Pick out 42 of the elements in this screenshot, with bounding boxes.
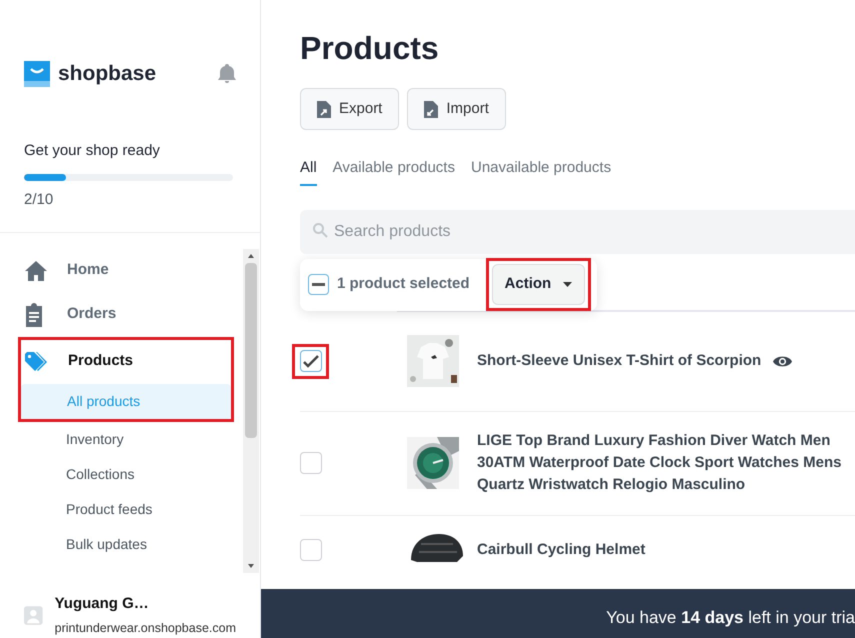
nav-subitem[interactable]: Bulk updates bbox=[20, 526, 235, 562]
page-title: Products bbox=[300, 29, 440, 68]
bulk-checkbox[interactable] bbox=[308, 274, 329, 295]
clipboard-icon bbox=[24, 302, 44, 326]
nav-subitem[interactable]: Collections bbox=[20, 456, 235, 492]
filter-tab[interactable]: Unavailable products bbox=[470, 157, 612, 186]
brand-name: shopbase bbox=[58, 61, 156, 87]
toolbar-button[interactable]: Export bbox=[300, 88, 400, 130]
caret-icon bbox=[563, 282, 572, 287]
selection-count: 1 product selected bbox=[337, 274, 470, 294]
filter-tab[interactable]: All bbox=[300, 157, 317, 186]
file-export-icon bbox=[317, 100, 331, 118]
tags-icon bbox=[25, 352, 49, 372]
nav-item[interactable]: Orders bbox=[20, 292, 235, 336]
filter-tab[interactable]: Available products bbox=[332, 157, 455, 186]
nav-item[interactable]: Products bbox=[21, 340, 231, 384]
nav-subitem[interactable]: Inventory bbox=[20, 422, 235, 456]
nav-subitem[interactable]: Product feeds bbox=[20, 492, 235, 526]
scrollbar[interactable] bbox=[243, 248, 259, 573]
check-icon bbox=[302, 354, 318, 368]
user-name: Yuguang G… bbox=[54, 594, 150, 614]
product-name[interactable]: Cairbull Cycling Helmet bbox=[477, 538, 646, 560]
trial-message: You have 14 days left in your tria bbox=[606, 606, 855, 628]
bell-icon[interactable] bbox=[218, 64, 236, 84]
logo-icon bbox=[24, 60, 50, 87]
nav-item[interactable]: Home bbox=[20, 248, 235, 292]
home-icon bbox=[24, 260, 48, 282]
row-checkbox[interactable] bbox=[300, 452, 322, 474]
scroll-thumb[interactable] bbox=[245, 262, 257, 438]
file-import-icon bbox=[424, 100, 438, 118]
product-name[interactable]: LIGE Top Brand Luxury Fashion Diver Watch Men 30ATM Waterproof Date Clock Sport Watches Mens Quartz Wristwatch Relogio Masculino bbox=[477, 430, 847, 496]
product-name[interactable]: Short-Sleeve Unisex T-Shirt of Scorpion bbox=[477, 350, 762, 372]
row-checkbox[interactable] bbox=[300, 538, 322, 560]
action-dropdown[interactable]: Action bbox=[492, 264, 586, 305]
setup-title: Get your shop ready bbox=[24, 140, 161, 160]
shop-domain: printunderwear.onshopbase.com bbox=[54, 620, 236, 638]
progress-count: 2/10 bbox=[24, 190, 54, 210]
toolbar-button[interactable]: Import bbox=[407, 88, 506, 130]
search-field[interactable]: Search products bbox=[300, 210, 855, 254]
row-checkbox[interactable] bbox=[300, 350, 322, 372]
eye-icon[interactable] bbox=[773, 354, 792, 368]
search-icon bbox=[312, 222, 328, 238]
